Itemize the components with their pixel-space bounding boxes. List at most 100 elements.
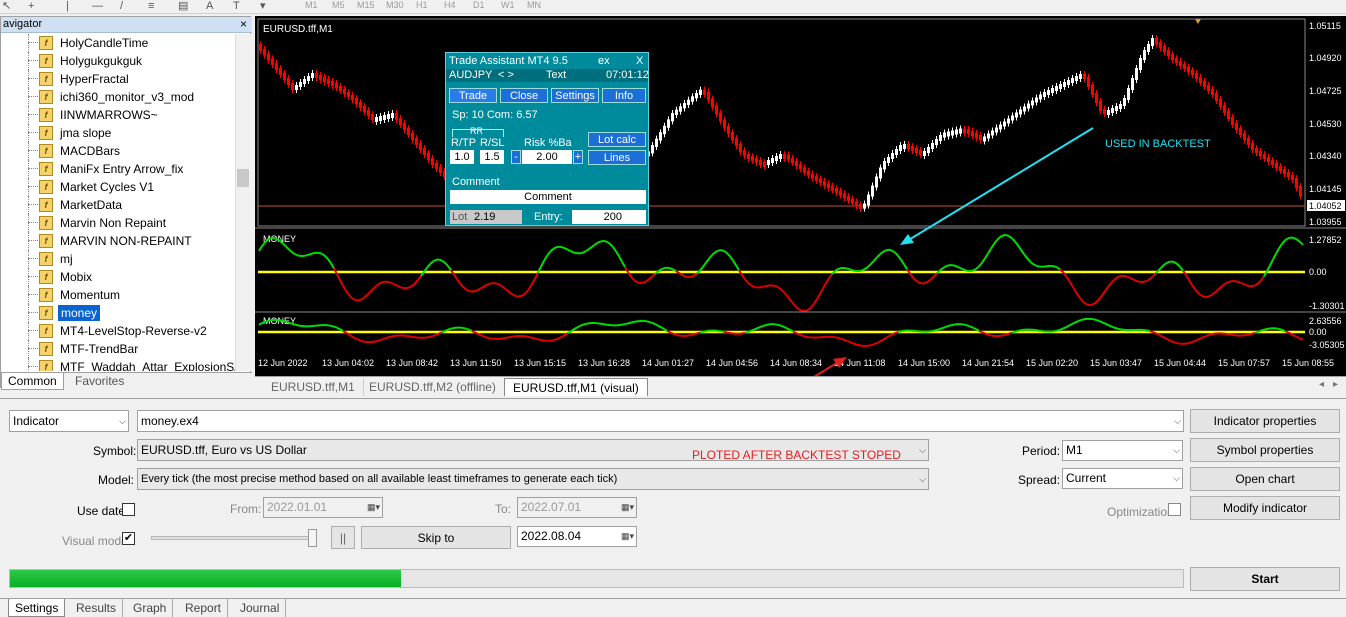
crosshair-icon[interactable]: + (28, 0, 34, 12)
navigator-item[interactable]: fMobix (1, 268, 235, 286)
tab-favorites[interactable]: Favorites (69, 373, 130, 390)
ta-lot-calc-button[interactable]: Lot calc (588, 132, 646, 147)
skip-to-button[interactable]: Skip to (361, 526, 511, 549)
navigator-scrollbar[interactable] (235, 34, 251, 371)
tabs-left-icon[interactable]: ◂ (1319, 379, 1324, 390)
skip-date[interactable]: 2022.08.04▦▾ (517, 526, 637, 547)
tabs-right-icon[interactable]: ▸ (1333, 379, 1338, 390)
cursor-icon[interactable]: ↖ (2, 0, 11, 12)
ta-rtp-input[interactable]: 1.0 (450, 150, 474, 164)
indicator2-line (775, 324, 778, 325)
chart-canvas[interactable]: EURUSD.tff,M11.051151.049201.047251.0453… (255, 16, 1346, 376)
horizontal-line-icon[interactable]: — (92, 0, 103, 12)
ta-rsl-input[interactable]: 1.5 (480, 150, 504, 164)
ta-comment-input[interactable]: Comment (450, 190, 646, 204)
navigator-item[interactable]: fMarvin Non Repaint (1, 214, 235, 232)
ta-lines-button[interactable]: Lines (588, 150, 646, 165)
ta-close-button[interactable]: X (636, 55, 643, 67)
ta-risk-minus[interactable]: - (511, 150, 521, 164)
ta-tab-trade[interactable]: Trade (449, 88, 497, 103)
timeframe-mn[interactable]: MN (527, 0, 541, 13)
navigator-item[interactable]: fMARVIN NON-REPAINT (1, 232, 235, 250)
use-date-checkbox[interactable] (122, 503, 135, 516)
tab-journal[interactable]: Journal (234, 599, 286, 617)
speed-slider-track[interactable] (151, 536, 317, 540)
navigator-item[interactable]: fMACDBars (1, 142, 235, 160)
indicator2-line (556, 338, 559, 339)
indicator1-level: 0.00 (1309, 267, 1327, 277)
text-tool[interactable]: A (206, 0, 213, 12)
spread-select[interactable]: Current⌵ (1062, 468, 1183, 489)
navigator-item[interactable]: fmj (1, 250, 235, 268)
indicator2-line (334, 327, 337, 328)
timeframe-m15[interactable]: M15 (357, 0, 375, 13)
chart-window[interactable]: EURUSD.tff,M11.051151.049201.047251.0453… (255, 16, 1346, 376)
indicator2-line (937, 329, 940, 330)
model-select[interactable]: Every tick (the most precise method base… (137, 468, 929, 490)
ta-tab-info[interactable]: Info (602, 88, 646, 103)
from-date[interactable]: 2022.01.01▦▾ (263, 497, 383, 518)
ta-tab-settings[interactable]: Settings (551, 88, 599, 103)
to-date[interactable]: 2022.07.01▦▾ (517, 497, 637, 518)
program-select[interactable]: money.ex4⌵ (137, 410, 1184, 432)
scrollbar-thumb[interactable] (237, 169, 249, 187)
indicator-properties-button[interactable]: Indicator properties (1190, 409, 1340, 433)
type-select[interactable]: Indicator⌵ (9, 410, 129, 432)
navigator-item[interactable]: fManiFx Entry Arrow_fix (1, 160, 235, 178)
ta-tab-close[interactable]: Close (500, 88, 548, 103)
trendline-icon[interactable]: / (120, 0, 123, 12)
tab-common[interactable]: Common (1, 373, 64, 390)
navigator-item[interactable]: fMomentum (1, 286, 235, 304)
navigator-item[interactable]: fMTF_Waddah_Attar_ExplosionSA (1, 358, 235, 371)
optimization-checkbox[interactable] (1168, 503, 1181, 516)
navigator-item[interactable]: fichi360_monitor_v3_mod (1, 88, 235, 106)
ta-entry-input[interactable]: 200 (572, 210, 646, 224)
visual-mode-checkbox[interactable]: ✔ (122, 532, 135, 545)
navigator-item[interactable]: fMarket Cycles V1 (1, 178, 235, 196)
timeframe-m30[interactable]: M30 (386, 0, 404, 13)
navigator-item[interactable]: fHolyCandleTime (1, 34, 235, 52)
timeframe-h4[interactable]: H4 (444, 0, 456, 13)
navigator-item[interactable]: fmoney (1, 304, 235, 322)
timeframe-d1[interactable]: D1 (473, 0, 485, 13)
candle (995, 128, 998, 133)
label-icon[interactable]: T (233, 0, 240, 12)
speed-slider-handle[interactable] (308, 529, 317, 547)
ta-risk-input[interactable]: 2.00 (522, 150, 572, 164)
ta-nav-buttons[interactable]: < > (498, 69, 514, 81)
channel-icon[interactable]: ≡ (148, 0, 154, 12)
tab-settings[interactable]: Settings (8, 599, 65, 617)
modify-indicator-button[interactable]: Modify indicator (1190, 496, 1340, 520)
navigator-item[interactable]: fHolygukgukguk (1, 52, 235, 70)
pause-button[interactable]: || (331, 526, 355, 549)
navigator-item[interactable]: fMTF-TrendBar (1, 340, 235, 358)
vertical-line-icon[interactable]: | (66, 0, 69, 12)
tab-chart-1[interactable]: EURUSD.tff,M1 (263, 378, 364, 396)
ta-text-label[interactable]: Text (546, 69, 566, 81)
navigator-item[interactable]: fjma slope (1, 124, 235, 142)
tab-chart-2[interactable]: EURUSD.tff,M2 (offline) (361, 378, 505, 396)
navigator-item[interactable]: fMT4-LevelStop-Reverse-v2 (1, 322, 235, 340)
navigator-item[interactable]: fHyperFractal (1, 70, 235, 88)
tab-results[interactable]: Results (70, 599, 123, 617)
timeframe-m5[interactable]: M5 (332, 0, 345, 13)
indicator1-line (868, 264, 871, 267)
timeframe-w1[interactable]: W1 (501, 0, 515, 13)
tab-graph[interactable]: Graph (127, 599, 173, 617)
ta-symbol[interactable]: AUDJPY (449, 69, 492, 81)
navigator-item[interactable]: fMarketData (1, 196, 235, 214)
start-button[interactable]: Start (1190, 567, 1340, 591)
close-icon[interactable]: × (240, 17, 247, 32)
indicator1-line (508, 291, 511, 293)
fibonacci-icon[interactable]: ▤ (178, 0, 188, 12)
tab-report[interactable]: Report (179, 599, 228, 617)
period-select[interactable]: M1⌵ (1062, 440, 1183, 461)
navigator-item[interactable]: fIINWMARROWS~ (1, 106, 235, 124)
tab-chart-3[interactable]: EURUSD.tff,M1 (visual) (504, 378, 648, 396)
timeframe-h1[interactable]: H1 (416, 0, 428, 13)
shapes-icon[interactable]: ▾ (260, 0, 266, 12)
symbol-properties-button[interactable]: Symbol properties (1190, 438, 1340, 462)
ta-risk-plus[interactable]: + (573, 150, 583, 164)
timeframe-m1[interactable]: M1 (305, 0, 318, 13)
open-chart-button[interactable]: Open chart (1190, 467, 1340, 491)
